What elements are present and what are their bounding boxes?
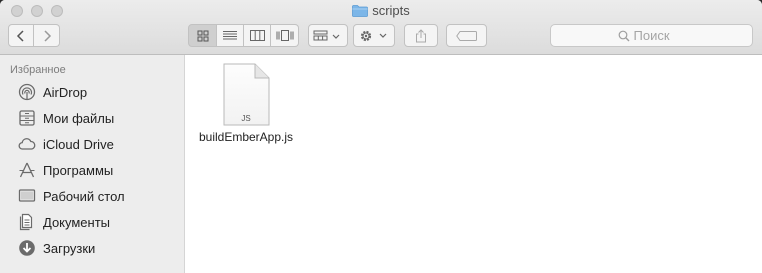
- sidebar-item-airdrop[interactable]: AirDrop: [18, 81, 87, 103]
- forward-button[interactable]: [34, 24, 60, 47]
- js-file-icon: JS: [223, 63, 270, 126]
- gallery-view-button[interactable]: [271, 24, 299, 47]
- all-files-icon: [18, 109, 36, 127]
- list-icon: [223, 31, 237, 40]
- list-view-button[interactable]: [217, 24, 244, 47]
- sidebar-item-label: Рабочий стол: [43, 188, 125, 204]
- back-button[interactable]: [8, 24, 34, 47]
- sidebar-item-downloads[interactable]: Загрузки: [18, 237, 95, 259]
- file-browser: JS buildEmberApp.js: [186, 55, 762, 273]
- column-view-button[interactable]: [244, 24, 271, 47]
- downloads-icon: [18, 239, 36, 257]
- airdrop-icon: [18, 83, 36, 101]
- share-icon: [416, 28, 426, 42]
- grid-icon: [197, 30, 208, 41]
- action-button[interactable]: [353, 24, 395, 47]
- coverflow-icon: [276, 30, 293, 41]
- applications-icon: [18, 161, 36, 179]
- sidebar-item-documents[interactable]: Документы: [18, 211, 110, 233]
- view-mode-control: [188, 24, 299, 47]
- sidebar-item-label: iCloud Drive: [43, 136, 114, 152]
- sidebar-item-label: Программы: [43, 162, 114, 178]
- icon-view-button[interactable]: [188, 24, 217, 47]
- sidebar-item-applications[interactable]: Программы: [18, 159, 113, 181]
- sidebar-item-label: Документы: [43, 214, 111, 230]
- arrange-icon: [313, 30, 328, 40]
- file-name: buildEmberApp.js: [198, 130, 294, 144]
- folder-icon: [352, 4, 369, 17]
- sidebar-section-title: Избранное: [10, 64, 66, 76]
- file-type-badge: JS: [241, 114, 250, 123]
- navigation-buttons: [8, 24, 60, 47]
- tags-button[interactable]: [446, 24, 487, 47]
- chevron-left-icon: [16, 29, 24, 42]
- sidebar-item-icloud-drive[interactable]: iCloud Drive: [18, 133, 114, 155]
- desktop-icon: [18, 187, 36, 205]
- chevron-down-icon: [379, 33, 387, 38]
- search-input[interactable]: [633, 28, 686, 43]
- file-item[interactable]: JS buildEmberApp.js: [191, 63, 301, 144]
- arrange-button[interactable]: [308, 24, 348, 47]
- toolbar: scripts: [0, 0, 762, 55]
- search-field[interactable]: [550, 24, 753, 47]
- sidebar: Избранное AirDrop Мои файлы iCloud Drive…: [0, 55, 185, 273]
- chevron-down-icon: [332, 34, 340, 39]
- documents-icon: [18, 213, 36, 231]
- cloud-icon: [18, 135, 36, 153]
- sidebar-item-label: Загрузки: [43, 240, 96, 256]
- chevron-right-icon: [43, 29, 51, 42]
- share-button[interactable]: [404, 24, 438, 47]
- sidebar-item-desktop[interactable]: Рабочий стол: [18, 185, 125, 207]
- window-title: scripts: [0, 2, 762, 20]
- window-title-text: scripts: [372, 3, 410, 18]
- columns-icon: [249, 30, 265, 41]
- sidebar-item-label: AirDrop: [43, 84, 88, 100]
- sidebar-item-label: Мои файлы: [43, 110, 115, 126]
- sidebar-item-all-files[interactable]: Мои файлы: [18, 107, 114, 129]
- search-icon: [618, 30, 629, 41]
- gear-icon: [360, 30, 372, 41]
- finder-window: scripts Поиск Избранное AirDrop Мои файл…: [0, 0, 762, 273]
- tag-icon: [455, 30, 477, 41]
